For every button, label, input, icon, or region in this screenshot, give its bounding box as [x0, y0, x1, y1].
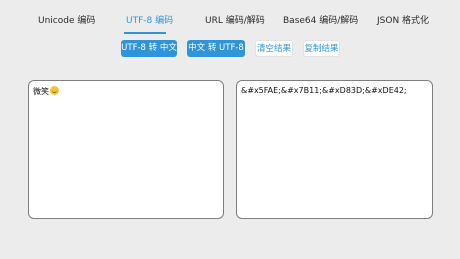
active-tab-indicator [124, 32, 166, 34]
chinese-to-utf8-button[interactable]: 中文 转 UTF-8 [187, 40, 245, 57]
input-text: 微笑 [33, 87, 49, 96]
tab-json[interactable]: JSON 格式化 [377, 13, 429, 26]
clear-result-button[interactable]: 清空结果 [255, 40, 293, 57]
tab-url[interactable]: URL 编码/解码 [205, 13, 265, 26]
tab-bar: Unicode 编码 UTF-8 编码 URL 编码/解码 Base64 编码/… [0, 0, 460, 34]
utf8-to-chinese-button[interactable]: UTF-8 转 中文 [121, 40, 177, 57]
output-textarea[interactable]: &#x5FAE;&#x7B11;&#xD83D;&#xDE42; [236, 80, 433, 219]
tab-unicode[interactable]: Unicode 编码 [38, 13, 95, 26]
tab-utf8[interactable]: UTF-8 编码 [126, 13, 173, 26]
output-text: &#x5FAE;&#x7B11;&#xD83D;&#xDE42; [241, 86, 407, 95]
smiling-face-icon [50, 86, 59, 95]
tab-base64[interactable]: Base64 编码/解码 [283, 13, 358, 26]
input-textarea[interactable]: 微笑 [28, 80, 224, 219]
copy-result-button[interactable]: 复制结果 [303, 40, 340, 57]
